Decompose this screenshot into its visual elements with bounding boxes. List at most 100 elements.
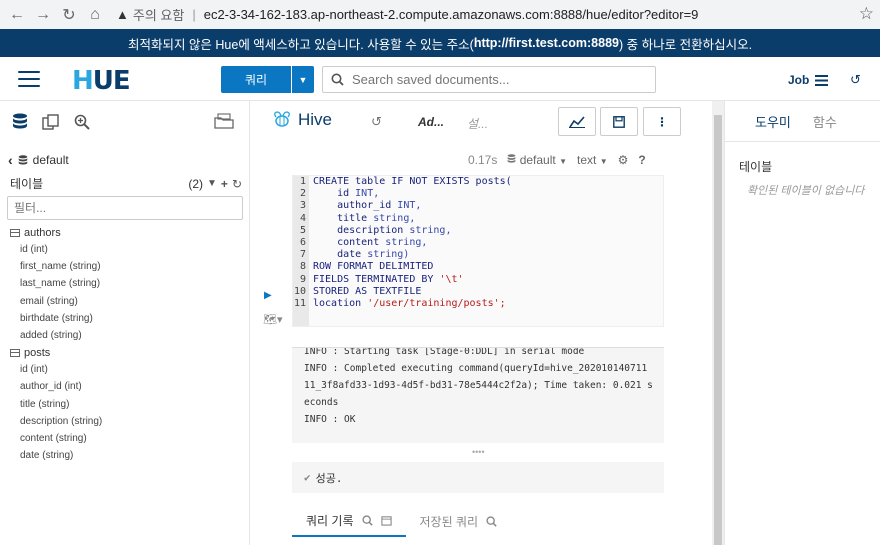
help-icon[interactable]: ? xyxy=(638,153,645,167)
code-lines: 1 CREATE table IF NOT EXISTS posts(2 id I… xyxy=(293,176,512,310)
success-message: ✔ 성공. xyxy=(292,462,664,493)
log-line: econds xyxy=(304,397,339,408)
job-label: Job xyxy=(788,73,810,87)
filter-input[interactable] xyxy=(7,196,243,220)
line-number: 3 xyxy=(299,200,306,212)
code-line: 10 STORED AS TEXTFILE xyxy=(293,286,512,298)
database-small-icon xyxy=(18,154,27,164)
database-selector[interactable]: default ▼ xyxy=(507,153,567,167)
files-icon[interactable] xyxy=(214,113,234,129)
bookmark-star-icon[interactable]: ☆ xyxy=(859,4,874,24)
more-options-button[interactable]: ⋮ xyxy=(643,107,681,136)
tab-query-history[interactable]: 쿼리 기록 xyxy=(292,505,406,537)
history-icon[interactable]: ↺ xyxy=(850,72,861,88)
column-item[interactable]: email (string) xyxy=(0,293,250,310)
editor-title: Hive xyxy=(272,110,332,130)
code-text: ROW FORMAT DELIMITED xyxy=(313,261,434,273)
table-icon xyxy=(10,229,20,237)
execute-play-icon[interactable]: ▶ xyxy=(264,290,272,301)
column-item[interactable]: content (string) xyxy=(0,430,250,447)
database-breadcrumb[interactable]: ‹ default xyxy=(8,152,69,168)
query-history-icon[interactable]: ↺ xyxy=(371,114,382,130)
column-item[interactable]: author_id (int) xyxy=(0,378,250,395)
column-item[interactable]: last_name (string) xyxy=(0,275,250,292)
success-text: 성공. xyxy=(315,471,343,485)
hamburger-menu-icon[interactable] xyxy=(18,71,40,87)
save-button[interactable] xyxy=(600,107,638,136)
column-item[interactable]: added (string) xyxy=(0,327,250,344)
search-icon[interactable] xyxy=(486,515,497,527)
banner-link[interactable]: http://first.test.com:8889 xyxy=(474,36,619,50)
execution-time: 0.17s xyxy=(468,153,498,167)
code-text: CREATE table IF NOT EXISTS posts( xyxy=(313,176,512,187)
tab-label: 저장된 쿼리 xyxy=(419,514,479,529)
refresh-icon[interactable]: ↻ xyxy=(232,177,242,191)
settings-gear-icon[interactable]: ⚙ xyxy=(618,153,629,167)
tab-saved-queries[interactable]: 저장된 쿼리 xyxy=(406,505,512,537)
column-item[interactable]: birthdate (string) xyxy=(0,310,250,327)
search-icon[interactable] xyxy=(361,514,373,526)
table-item-posts[interactable]: posts xyxy=(0,345,250,361)
documents-icon[interactable] xyxy=(42,114,60,130)
code-text: location '/user/training/posts'; xyxy=(313,298,506,310)
column-item[interactable]: first_name (string) xyxy=(0,258,250,275)
database-selector-value: default xyxy=(519,153,556,167)
format-selector[interactable]: text ▼ xyxy=(577,153,608,167)
code-line: 5 description string, xyxy=(293,225,512,237)
chevron-left-icon[interactable]: ‹ xyxy=(8,152,13,168)
line-number: 5 xyxy=(299,224,306,236)
back-icon[interactable]: ← xyxy=(4,2,30,28)
filter-icon[interactable]: ▼ xyxy=(207,178,217,189)
search-input[interactable] xyxy=(352,72,642,87)
address-bar[interactable]: ▲ 주의 요함 | ec2-3-34-162-183.ap-northeast-… xyxy=(116,3,698,27)
map-dropdown-icon[interactable]: 🗺▾ xyxy=(263,313,283,326)
tab-assist[interactable]: 도우미 xyxy=(755,112,791,131)
caret-down-icon[interactable]: ▼ xyxy=(292,66,314,93)
code-text: date string) xyxy=(313,249,410,261)
zoom-search-icon[interactable] xyxy=(74,114,90,130)
save-icon xyxy=(613,115,625,128)
resize-handle[interactable]: •••• xyxy=(472,447,485,457)
home-icon[interactable]: ⌂ xyxy=(82,2,108,28)
code-line: 9 FIELDS TERMINATED BY '\t' xyxy=(293,274,512,286)
calendar-trash-icon[interactable] xyxy=(380,515,392,526)
query-button-label: 쿼리 xyxy=(221,66,292,93)
editor-type-label: Hive xyxy=(298,110,333,129)
line-number: 2 xyxy=(299,188,306,200)
divider xyxy=(725,141,880,142)
tab-functions[interactable]: 함수 xyxy=(813,112,837,131)
table-icon xyxy=(10,349,20,358)
code-line: 2 id INT, xyxy=(293,188,512,200)
database-icon[interactable] xyxy=(12,113,28,131)
column-item[interactable]: description (string) xyxy=(0,413,250,430)
code-editor[interactable]: 1 CREATE table IF NOT EXISTS posts(2 id I… xyxy=(292,175,664,327)
add-name-field[interactable]: Ad... xyxy=(418,115,444,129)
editor-scrollbar[interactable] xyxy=(712,101,724,545)
search-box[interactable] xyxy=(322,66,656,93)
table-item-authors[interactable]: authors xyxy=(0,225,250,241)
column-item[interactable]: date (string) xyxy=(0,447,250,464)
reload-icon[interactable]: ↻ xyxy=(56,2,82,28)
line-number: 8 xyxy=(299,261,306,273)
job-browser-button[interactable]: Job xyxy=(788,73,829,87)
forward-icon[interactable]: → xyxy=(30,2,56,28)
query-log: INFO : Starting task [Stage-0:DDL] in se… xyxy=(292,347,664,443)
column-item[interactable]: title (string) xyxy=(0,396,250,413)
format-value: text xyxy=(577,153,597,167)
column-item[interactable]: id (int) xyxy=(0,361,250,378)
code-text: FIELDS TERMINATED BY '\t' xyxy=(313,273,464,285)
scrollbar-thumb[interactable] xyxy=(714,115,722,545)
database-icon xyxy=(507,154,516,163)
assist-icon-bar xyxy=(0,101,249,143)
line-number: 9 xyxy=(299,273,306,285)
code-line: 3 author_id INT, xyxy=(293,200,512,212)
url-separator: | xyxy=(192,7,196,22)
query-button[interactable]: 쿼리 ▼ xyxy=(221,66,314,93)
hue-logo[interactable]: HUE xyxy=(72,66,131,96)
plus-icon[interactable]: + xyxy=(221,177,228,191)
banner-prefix: 최적화되지 않은 Hue에 액세스하고 있습니다. 사용할 수 있는 주소( xyxy=(127,37,474,52)
chart-button[interactable] xyxy=(558,107,596,136)
right-tabs: 도우미 함수 xyxy=(755,112,837,131)
column-item[interactable]: id (int) xyxy=(0,241,250,258)
add-description-field[interactable]: 설... xyxy=(467,115,488,132)
